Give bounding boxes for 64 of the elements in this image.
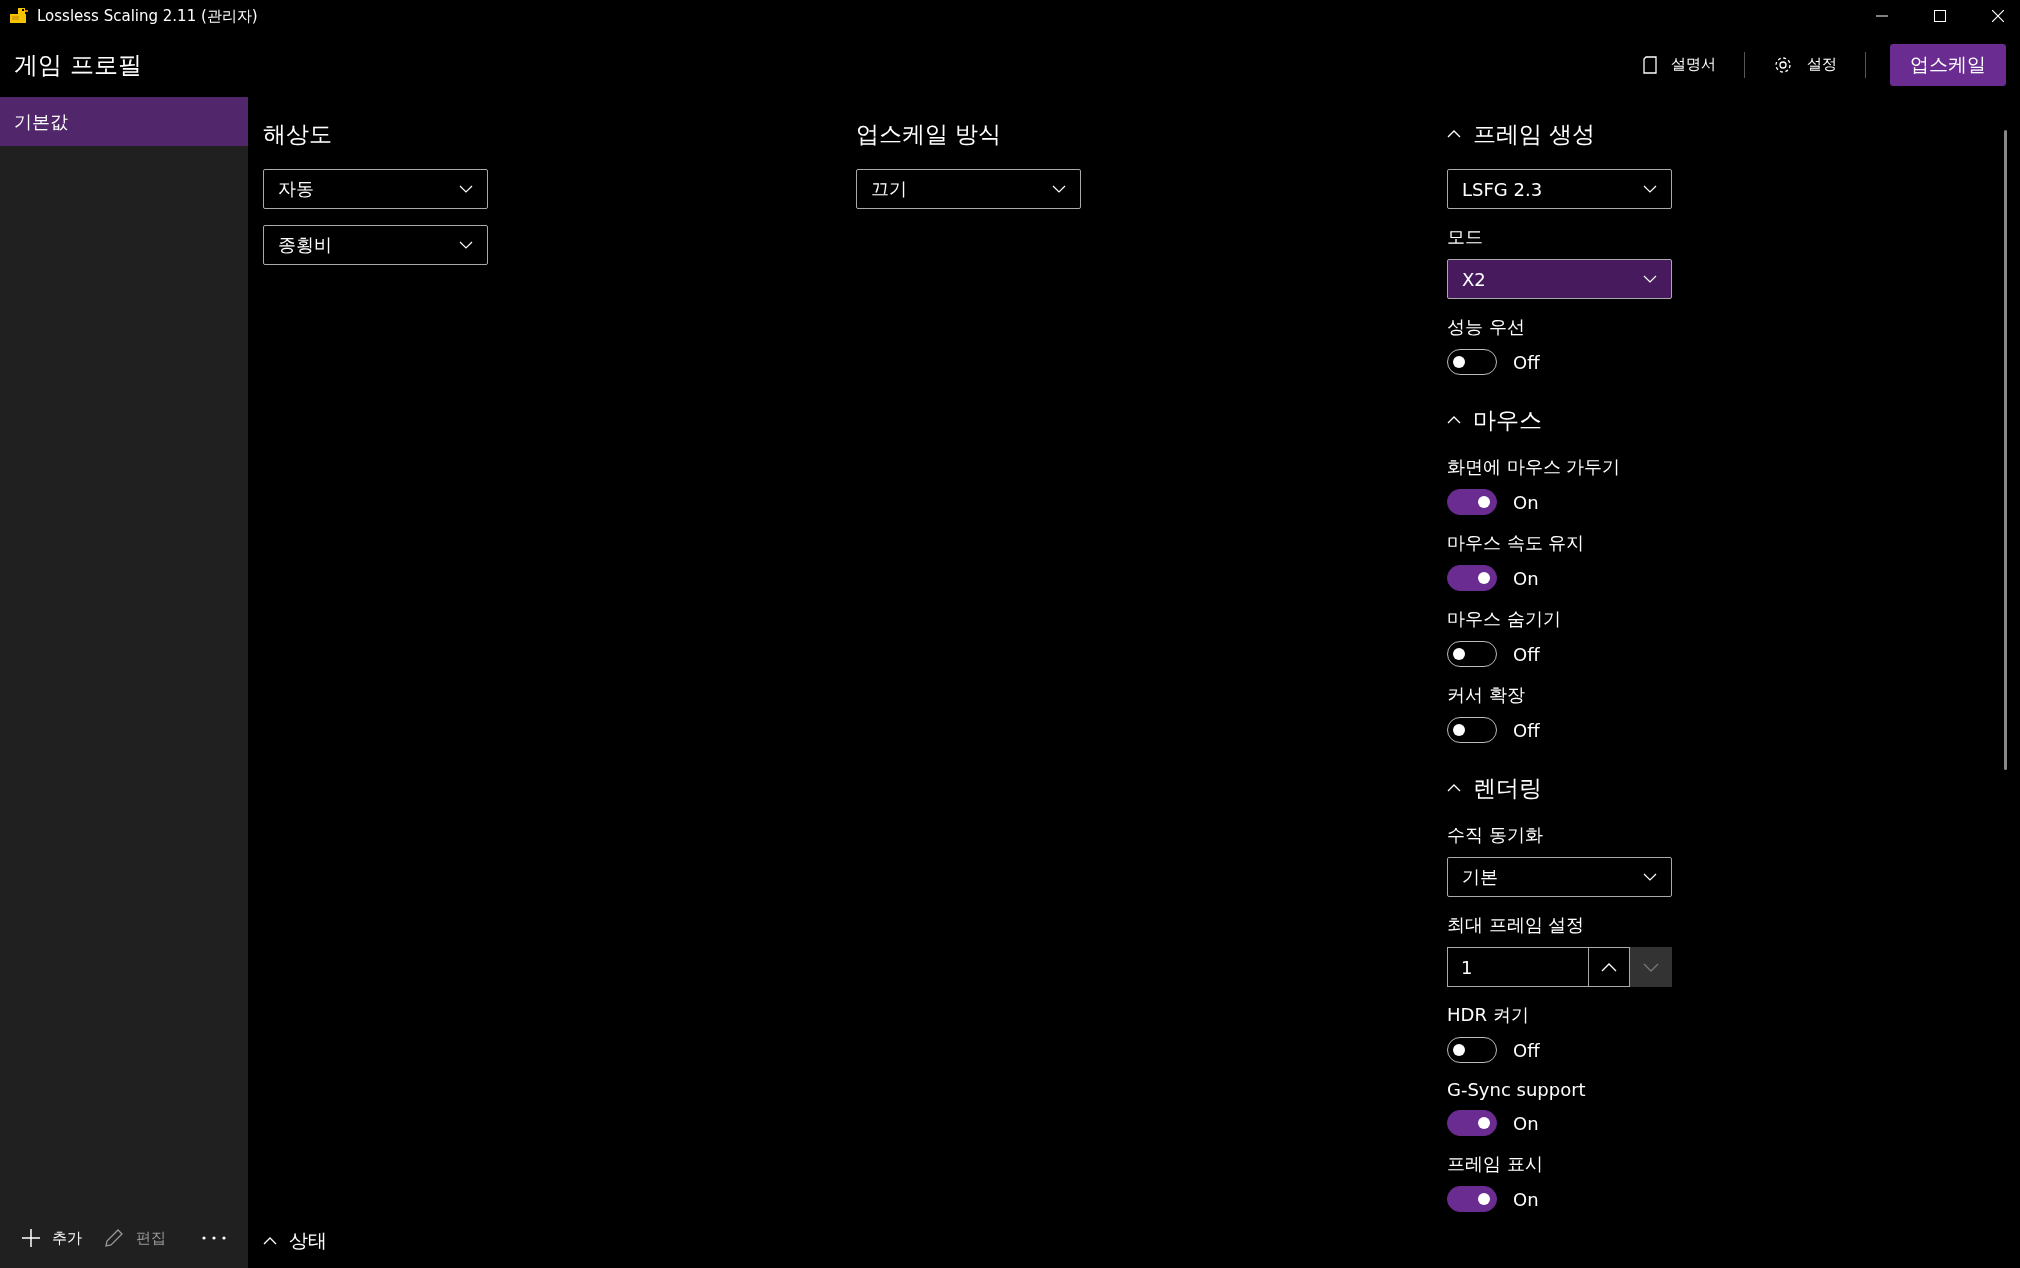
chevron-icon[interactable] <box>263 1237 277 1245</box>
manual-button[interactable]: 설명서 <box>1639 49 1720 80</box>
increment-button[interactable] <box>1588 947 1630 987</box>
setting-label: 모드 <box>1447 225 1483 249</box>
dropdown[interactable]: 끄기 <box>856 169 1081 209</box>
chevron-down-icon <box>1643 873 1657 881</box>
close-icon[interactable] <box>1992 10 2004 22</box>
toggle-state: Off <box>1513 719 1540 741</box>
chevron-icon[interactable] <box>1447 784 1461 792</box>
dropdown[interactable]: LSFG 2.3 <box>1447 169 1672 209</box>
setting-label: 마우스 속도 유지 <box>1447 531 1585 555</box>
setting-label: 최대 프레임 설정 <box>1447 913 1585 937</box>
dropdown[interactable]: X2 <box>1447 259 1672 299</box>
duck-logo-icon <box>9 7 29 25</box>
toggle-state: On <box>1513 1112 1539 1134</box>
maximize-icon[interactable] <box>1934 10 1946 22</box>
toggle-state: Off <box>1513 1039 1540 1061</box>
chevron-down-icon <box>459 241 473 249</box>
setting-label: G-Sync support <box>1447 1079 1586 1100</box>
toggle-switch[interactable] <box>1447 1186 1497 1212</box>
document-icon <box>1643 55 1657 74</box>
pencil-icon <box>104 1228 124 1248</box>
profile-item[interactable]: 기본값 <box>0 97 248 146</box>
section-heading: 마우스 <box>1473 405 1542 435</box>
section-heading: 해상도 <box>263 119 332 149</box>
toggle-switch[interactable] <box>1447 489 1497 515</box>
setting-label: 수직 동기화 <box>1447 823 1543 847</box>
dropdown[interactable]: 자동 <box>263 169 488 209</box>
settings-button[interactable]: 설정 <box>1769 48 1841 81</box>
setting-label: 프레임 표시 <box>1447 1152 1543 1176</box>
setting-label: 마우스 숨기기 <box>1447 607 1561 631</box>
settings-icon <box>1773 54 1793 75</box>
chevron-down-icon <box>1643 962 1659 972</box>
chevron-down-icon <box>1643 185 1657 193</box>
toggle-state: On <box>1513 491 1539 513</box>
chevron-down-icon <box>459 185 473 193</box>
upscale-button[interactable]: 업스케일 <box>1890 43 2006 86</box>
setting-label: 커서 확장 <box>1447 683 1525 707</box>
chevron-icon[interactable] <box>1447 416 1461 424</box>
scrollbar[interactable] <box>2004 130 2007 770</box>
setting-label: HDR 켜기 <box>1447 1003 1529 1027</box>
status-heading: 상태 <box>289 1228 327 1253</box>
chevron-icon[interactable] <box>1447 130 1461 138</box>
chevron-down-icon <box>1643 275 1657 283</box>
more-icon <box>202 1236 226 1240</box>
setting-label: 성능 우선 <box>1447 315 1525 339</box>
setting-label: 화면에 마우스 가두기 <box>1447 455 1621 479</box>
page-title: 게임 프로필 <box>14 49 142 81</box>
section-heading: 프레임 생성 <box>1473 119 1596 149</box>
section-heading: 업스케일 방식 <box>856 119 1002 149</box>
toggle-switch[interactable] <box>1447 1110 1497 1136</box>
plus-icon <box>22 1229 40 1247</box>
window-title: Lossless Scaling 2.11 (관리자) <box>37 6 258 26</box>
dropdown[interactable]: 기본 <box>1447 857 1672 897</box>
add-button[interactable]: 추가 <box>22 1224 82 1252</box>
toggle-state: Off <box>1513 643 1540 665</box>
toggle-switch[interactable] <box>1447 565 1497 591</box>
section-heading: 렌더링 <box>1473 773 1542 803</box>
toggle-state: On <box>1513 1188 1539 1210</box>
chevron-down-icon <box>1052 185 1066 193</box>
toggle-state: Off <box>1513 351 1540 373</box>
dropdown[interactable]: 종횡비 <box>263 225 488 265</box>
toggle-state: On <box>1513 567 1539 589</box>
chevron-up-icon <box>1601 962 1617 972</box>
